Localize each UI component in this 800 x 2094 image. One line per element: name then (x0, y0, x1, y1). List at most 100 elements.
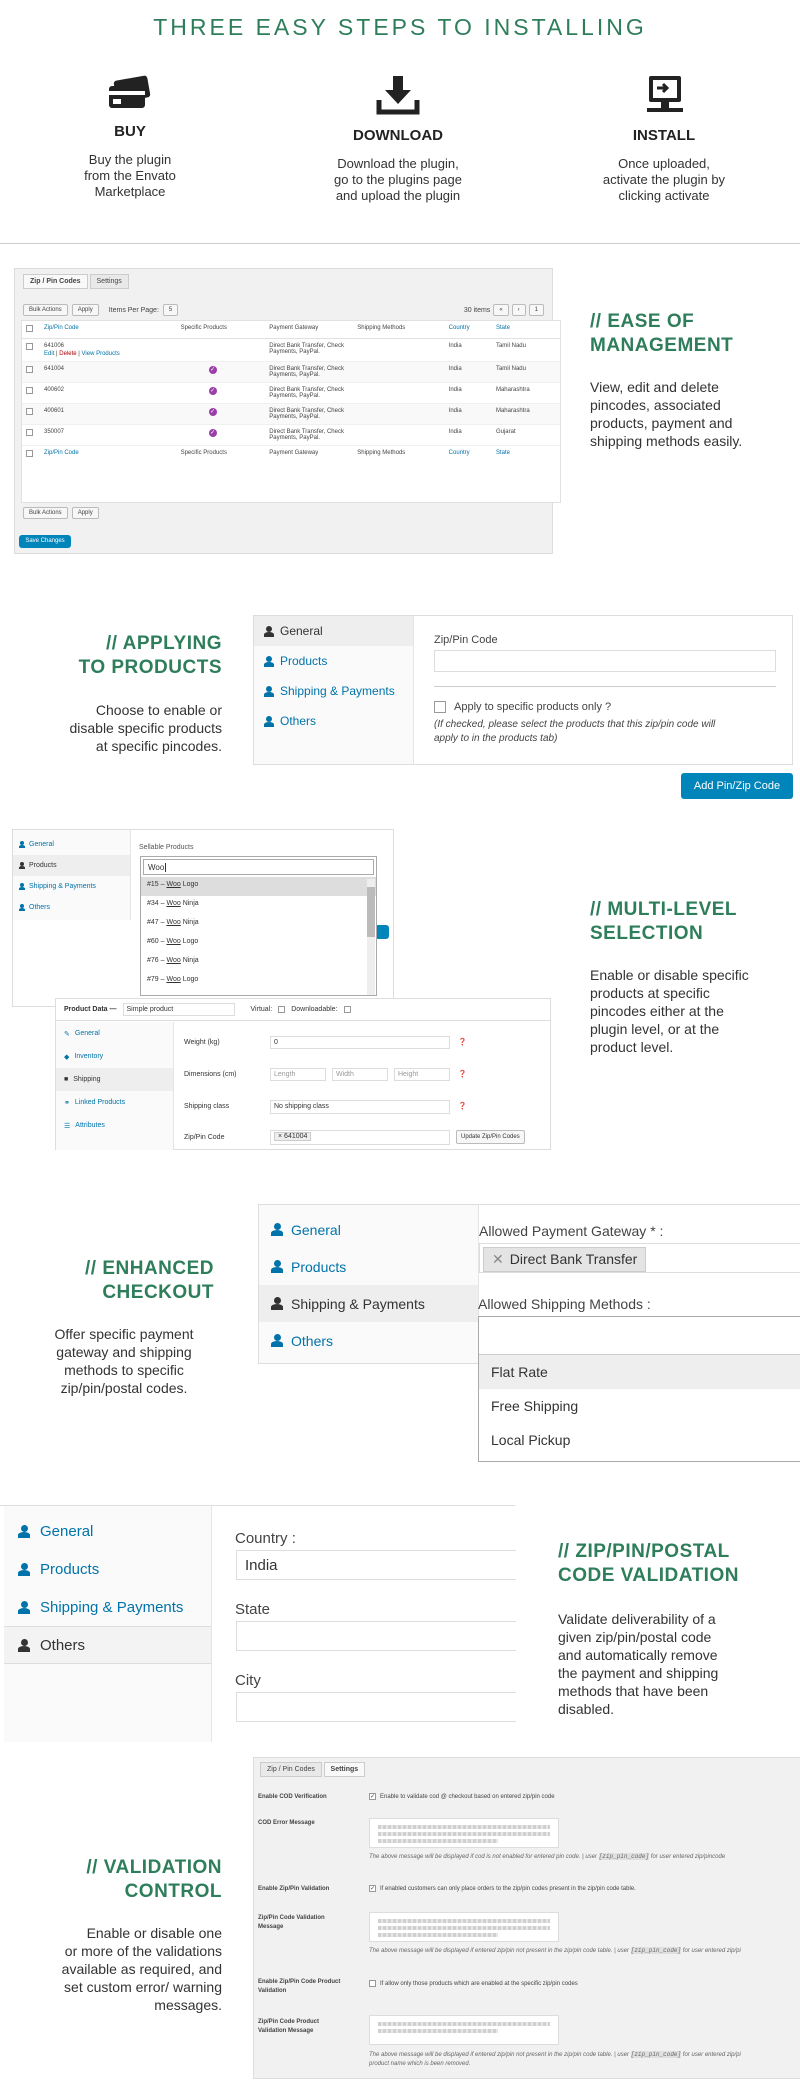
tab-zip-pin-codes[interactable]: Zip / Pin Codes (260, 1762, 322, 1777)
country-select[interactable]: India (236, 1550, 516, 1580)
add-pin-zip-code-button[interactable]: Add Pin/Zip Code (681, 773, 793, 799)
row-checkbox[interactable] (26, 387, 33, 394)
sidebar-item-others[interactable]: Others (254, 706, 413, 736)
view-products-link[interactable]: View Products (82, 351, 120, 357)
sidebar-item-shipping-payments[interactable]: Shipping & Payments (4, 1588, 211, 1626)
first-page-button[interactable]: « (493, 304, 509, 316)
product-option[interactable]: #34 – Woo Ninja (141, 896, 376, 915)
save-changes-button[interactable]: Save Changes (19, 535, 71, 548)
cod-verification-checkbox[interactable]: ✓ (369, 1793, 376, 1800)
shipping-methods-label: Allowed Shipping Methods : (478, 1296, 651, 1312)
scrollbar[interactable] (367, 879, 375, 995)
zip-code-select[interactable]: × 641004 (270, 1130, 450, 1145)
tab-zip-pin-codes[interactable]: Zip / Pin Codes (23, 274, 88, 289)
table-row[interactable]: 641004 ✓ Direct Bank Transfer, Check Payme… (22, 361, 560, 383)
product-type-select[interactable]: Simple product (122, 1003, 235, 1016)
sidebar-item-products[interactable]: Products (254, 646, 413, 676)
row-checkbox[interactable] (26, 366, 33, 373)
apply-button[interactable]: Apply (71, 507, 99, 519)
tab-settings[interactable]: Settings (89, 274, 129, 289)
downloadable-checkbox[interactable] (343, 1006, 351, 1013)
width-input[interactable]: Width (332, 1068, 388, 1081)
cod-error-message-textarea[interactable] (369, 1818, 559, 1848)
sidebar-item-general[interactable]: General (259, 1211, 478, 1248)
product-option[interactable]: #79 – Woo Logo (141, 972, 376, 991)
sidebar-item-products[interactable]: Products (259, 1248, 478, 1285)
shipping-option[interactable]: Free Shipping (479, 1389, 800, 1423)
sidebar-item-others[interactable]: Others (259, 1322, 478, 1359)
product-option[interactable]: #47 – Woo Ninja (141, 915, 376, 934)
table-row[interactable]: 400602 ✓ Direct Bank Transfer, Check Payme… (22, 382, 560, 404)
col-footer[interactable]: State (492, 446, 560, 464)
product-option[interactable]: #76 – Woo Ninja (141, 953, 376, 972)
col-footer[interactable]: Zip/Pin Code (40, 446, 177, 464)
state-label: State (235, 1601, 271, 1618)
delete-link[interactable]: Delete (59, 351, 76, 357)
apply-specific-products-checkbox[interactable] (434, 701, 446, 713)
height-input[interactable]: Height (394, 1068, 450, 1081)
length-input[interactable]: Length (270, 1068, 326, 1081)
table-row[interactable]: 641006 Edit | Delete | View Products Direc… (22, 338, 560, 362)
sidebar-item-others[interactable]: Others (4, 1626, 211, 1664)
product-option[interactable]: #15 – Woo Logo (141, 877, 376, 896)
state-input[interactable] (236, 1621, 516, 1651)
sidebar-item-products[interactable]: Products (4, 1550, 211, 1588)
bulk-actions-select[interactable]: Bulk Actions (23, 304, 68, 316)
product-validation-checkbox[interactable] (369, 1980, 376, 1987)
sidebar-item-shipping-payments[interactable]: Shipping & Payments (259, 1285, 478, 1322)
save-button[interactable] (375, 925, 389, 939)
setting-label: Enable COD Verification (258, 1794, 327, 1800)
col-footer[interactable]: Country (445, 446, 492, 464)
col-header: Specific Products (176, 321, 266, 339)
zip-validation-message-textarea[interactable] (369, 1912, 559, 1942)
tab-attributes[interactable]: ☰ Attributes (56, 1114, 173, 1137)
bulk-actions-select[interactable]: Bulk Actions (23, 507, 68, 519)
product-search-input[interactable]: Woo (143, 859, 374, 875)
prev-page-button[interactable]: ‹ (511, 304, 526, 316)
update-zip-codes-button[interactable]: Update Zip/Pin Codes (456, 1130, 525, 1144)
zip-tag[interactable]: × 641004 (274, 1132, 312, 1141)
zip-code-input[interactable] (434, 650, 776, 672)
shipping-class-select[interactable]: No shipping class (270, 1100, 450, 1114)
sidebar-item-shipping-payments[interactable]: Shipping & Payments (13, 876, 130, 897)
table-row[interactable]: 400601 ✓ Direct Bank Transfer, Check Payme… (22, 403, 560, 425)
row-checkbox[interactable] (26, 408, 33, 415)
edit-link[interactable]: Edit (44, 351, 54, 357)
sidebar-item-shipping-payments[interactable]: Shipping & Payments (254, 676, 413, 706)
tab-general[interactable]: ✎ General (56, 1022, 173, 1045)
shipping-methods-select[interactable]: Flat Rate Free Shipping Local Pickup (478, 1316, 800, 1462)
remove-tag-icon[interactable]: ✕ (492, 1251, 504, 1267)
row-checkbox[interactable] (26, 343, 33, 350)
sidebar-item-general[interactable]: General (13, 834, 130, 855)
city-input[interactable] (236, 1692, 516, 1722)
sidebar-item-general[interactable]: General (254, 616, 413, 646)
product-option[interactable]: #60 – Woo Logo (141, 934, 376, 953)
page-number-input[interactable]: 1 (528, 304, 544, 316)
select-all-checkbox[interactable] (26, 450, 33, 457)
zip-validation-checkbox[interactable]: ✓ (369, 1885, 376, 1892)
tab-shipping[interactable]: ■ Shipping (56, 1068, 173, 1091)
col-header[interactable]: Country (444, 321, 492, 339)
table-row[interactable]: 350007 ✓ Direct Bank Transfer, Check Payme… (22, 424, 560, 446)
tab-inventory[interactable]: ◆ Inventory (56, 1045, 173, 1068)
shipping-search-input[interactable] (479, 1317, 800, 1355)
col-header[interactable]: State (491, 321, 560, 339)
weight-input[interactable]: 0 (270, 1036, 450, 1049)
sidebar-item-others[interactable]: Others (13, 897, 130, 918)
apply-button[interactable]: Apply (71, 304, 99, 316)
payment-gateway-select[interactable]: ✕ Direct Bank Transfer (479, 1243, 800, 1273)
virtual-checkbox[interactable] (278, 1006, 286, 1013)
items-per-page-input[interactable]: 5 (162, 304, 179, 316)
gateway-tag[interactable]: ✕ Direct Bank Transfer (483, 1247, 647, 1272)
sidebar-item-general[interactable]: General (4, 1512, 211, 1550)
tab-linked-products[interactable]: ⚭ Linked Products (56, 1091, 173, 1114)
user-icon (18, 1600, 30, 1614)
shipping-option[interactable]: Local Pickup (479, 1423, 800, 1457)
shipping-option[interactable]: Flat Rate (479, 1355, 800, 1389)
sidebar-item-products[interactable]: Products (13, 855, 130, 876)
col-header[interactable]: Zip/Pin Code (40, 321, 177, 339)
row-checkbox[interactable] (26, 429, 33, 436)
tab-settings[interactable]: Settings (323, 1762, 366, 1777)
product-validation-message-textarea[interactable] (369, 2015, 559, 2045)
select-all-checkbox[interactable] (26, 325, 33, 332)
